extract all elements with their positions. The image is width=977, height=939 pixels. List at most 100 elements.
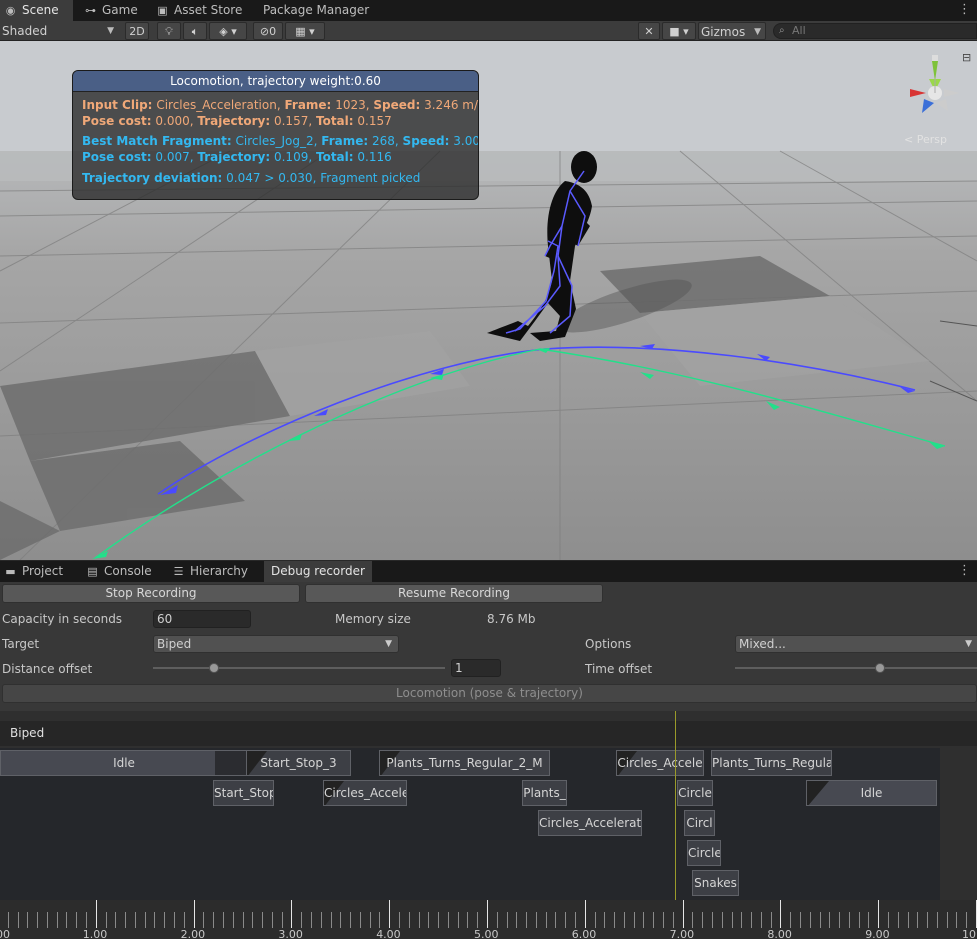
clip-idle-2[interactable]: Idle	[806, 780, 937, 806]
clip-circle[interactable]: Circle	[677, 780, 713, 806]
shading-mode-label: Shaded	[2, 24, 48, 38]
options-dropdown[interactable]: Mixed... ▼	[735, 635, 977, 653]
clip-track-area[interactable]: Idle Start_Stop_3 Plants_Turns_Regular_2…	[0, 748, 940, 900]
ruler-tick	[213, 912, 215, 928]
distance-offset-input[interactable]: 1	[451, 659, 501, 677]
scene-view[interactable]: < Persp ⊟ Locomotion, trajectory weight:…	[0, 41, 977, 560]
ruler-tick	[917, 912, 919, 928]
ruler-tick	[956, 912, 958, 928]
stop-recording-button[interactable]: Stop Recording	[2, 584, 300, 603]
shading-mode-dropdown[interactable]: Shaded ▼	[0, 22, 118, 40]
lighting-toggle-icon[interactable]: 💡︎	[157, 22, 181, 40]
tab-console[interactable]: ▤ Console	[82, 561, 162, 582]
scene-search-input[interactable]: ⌕ All	[773, 23, 977, 39]
best-match-label: Best Match Fragment:	[82, 134, 232, 148]
options-value: Mixed...	[739, 637, 786, 651]
ruler-tick	[663, 912, 665, 928]
audio-toggle-icon[interactable]: 🔈︎	[183, 22, 207, 40]
memory-size-value: 8.76 Mb	[487, 612, 536, 626]
clip-idle[interactable]: Idle	[0, 750, 248, 776]
clip-label: Circles_Accelerat	[539, 816, 642, 830]
clip-label: Plants_Turns_Regular_2_M	[386, 756, 543, 770]
clip-plants-turns-regular-2[interactable]: Plants_Turns_Regular_2_M	[379, 750, 550, 776]
motion-matching-overlay: Locomotion, trajectory weight:0.60 Input…	[72, 70, 479, 200]
ruler-tick	[623, 912, 625, 928]
capacity-input[interactable]: 60	[153, 610, 251, 628]
tab-game[interactable]: ⊶ Game	[80, 0, 152, 21]
ruler-tick	[887, 912, 889, 928]
target-dropdown[interactable]: Biped ▼	[153, 635, 399, 653]
clip-circle-2[interactable]: Circle	[687, 840, 721, 866]
ruler-tick	[369, 912, 371, 928]
clip-blend-region	[215, 751, 247, 775]
target-value: Biped	[157, 637, 192, 651]
ruler-tick	[897, 912, 899, 928]
best-frame-value: 268	[372, 134, 395, 148]
clip-start-stop[interactable]: Start_Stop	[213, 780, 274, 806]
locomotion-header[interactable]: Locomotion (pose & trajectory)	[2, 684, 977, 703]
ruler-tick	[447, 912, 449, 928]
ruler-tick	[174, 912, 176, 928]
tools-icon[interactable]: ✕	[638, 22, 660, 40]
gamepad-icon: ⊶	[85, 4, 96, 17]
projection-label[interactable]: < Persp	[904, 133, 947, 146]
tab-asset-store[interactable]: ▣ Asset Store	[152, 0, 254, 21]
timeline[interactable]: Biped Idle Start_Stop_3 Plants_Turns_Reg…	[0, 711, 977, 939]
panel-more-options-icon[interactable]: ⋮	[958, 563, 971, 578]
ruler-tick	[848, 912, 850, 928]
clip-plants-turns-regula[interactable]: Plants_Turns_Regula	[711, 750, 832, 776]
effects-toggle-icon[interactable]: ◈ ▾	[209, 22, 247, 40]
ruler-tick	[76, 912, 78, 928]
ruler-tick	[271, 912, 273, 928]
track-name: Biped	[10, 726, 45, 740]
ruler-tick	[310, 912, 312, 928]
best-match-value: Circles_Jog_2	[235, 134, 314, 148]
ruler-tick	[340, 912, 342, 928]
clip-plants[interactable]: Plants_	[522, 780, 567, 806]
tab-scene-label: Scene	[22, 3, 59, 17]
lock-icon[interactable]: ⊟	[962, 51, 971, 64]
time-offset-thumb[interactable]	[875, 663, 886, 673]
tab-debug-recorder[interactable]: Debug recorder	[264, 561, 372, 582]
time-ruler[interactable]: 00 1.00 2.00 3.00 4.00 5.00 6.00 7.00 8.00 9.00 10	[0, 900, 977, 939]
clip-snakes[interactable]: Snakes	[692, 870, 739, 896]
clip-circles-accelerat[interactable]: Circles_Accelerat	[538, 810, 642, 836]
best-total-label: Total:	[315, 150, 354, 164]
ruler-tick	[966, 912, 968, 928]
grid-toggle-icon[interactable]: ▦ ▾	[285, 22, 325, 40]
deviation-value: 0.047 > 0.030, Fragment picked	[226, 171, 421, 185]
resume-recording-button[interactable]: Resume Recording	[305, 584, 603, 603]
more-options-icon[interactable]: ⋮	[958, 2, 971, 17]
ruler-tick	[291, 900, 293, 928]
best-trajectory-label: Trajectory:	[197, 150, 271, 164]
clip-circles-accele-2[interactable]: Circles_Accele	[323, 780, 407, 806]
ruler-tick	[359, 912, 361, 928]
ruler-label: 9.00	[865, 928, 890, 939]
orientation-gizmo[interactable]: < Persp	[896, 51, 976, 146]
tab-project-label: Project	[22, 564, 64, 578]
clip-circles-accele[interactable]: Circles_Accele	[616, 750, 704, 776]
frame-label: Frame:	[284, 98, 332, 112]
camera-icon[interactable]: ■ ▾	[662, 22, 696, 40]
tab-package-manager-label: Package Manager	[263, 3, 370, 17]
clip-start-stop-3[interactable]: Start_Stop_3	[246, 750, 351, 776]
ruler-tick	[477, 912, 479, 928]
clip-circl[interactable]: Circl	[684, 810, 715, 836]
distance-offset-slider[interactable]	[153, 667, 445, 669]
toggle-2d-button[interactable]: 2D	[125, 22, 149, 40]
tab-project[interactable]: ▬ Project	[0, 561, 74, 582]
gizmos-label: Gizmos	[701, 25, 746, 39]
time-offset-slider[interactable]	[735, 667, 977, 669]
ruler-tick	[653, 912, 655, 928]
ruler-tick	[741, 912, 743, 928]
tab-package-manager[interactable]: Package Manager	[241, 0, 381, 21]
ruler-tick	[692, 912, 694, 928]
distance-offset-thumb[interactable]	[209, 663, 220, 673]
hidden-objects-button[interactable]: ⊘0	[253, 22, 283, 40]
gizmos-dropdown[interactable]: Gizmos ▼	[698, 22, 766, 40]
ruler-label: 8.00	[767, 928, 792, 939]
ruler-label: 5.00	[474, 928, 499, 939]
tab-scene[interactable]: ◉ Scene	[0, 0, 73, 21]
tab-hierarchy[interactable]: ☰ Hierarchy	[168, 561, 258, 582]
ruler-tick	[144, 912, 146, 928]
